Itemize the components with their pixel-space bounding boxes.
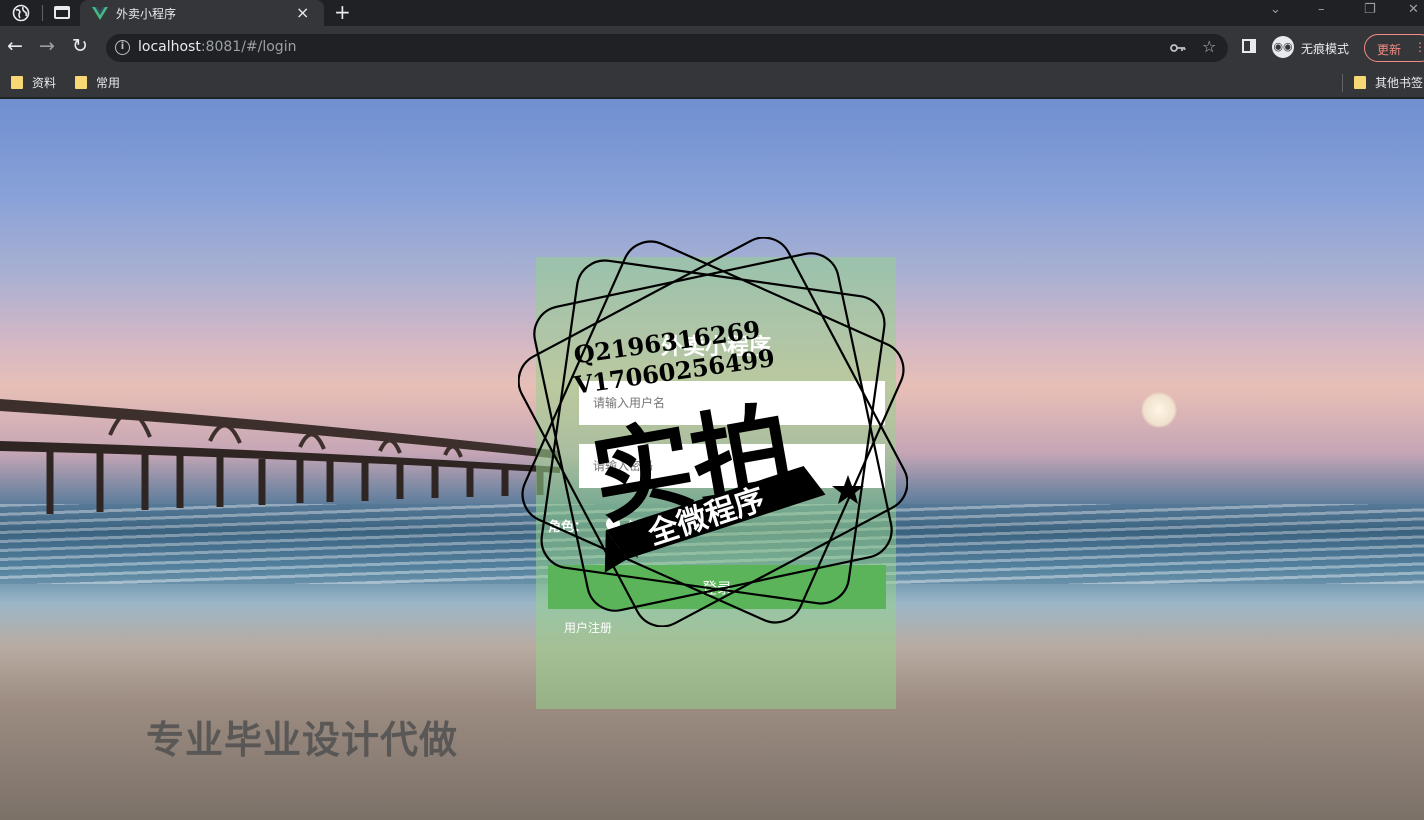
key-icon[interactable] — [1170, 41, 1186, 55]
forward-icon[interactable]: → — [39, 35, 55, 57]
bookmark-separator — [1342, 74, 1343, 92]
tab-title: 外卖小程序 — [116, 7, 177, 21]
bookmarks-bar: 资料 常用 其他书签 — [0, 68, 1424, 98]
new-tab-icon[interactable]: + — [334, 0, 351, 24]
site-info-icon[interactable]: i — [115, 40, 130, 55]
watermark-text: 专业毕业设计代做 — [146, 718, 459, 762]
other-bookmarks-label: 其他书签 — [1375, 76, 1424, 90]
back-icon[interactable]: ← — [7, 35, 23, 57]
background-moon — [1141, 392, 1177, 428]
restore-icon[interactable]: ❐ — [1364, 2, 1376, 17]
side-panel-icon[interactable] — [1242, 39, 1256, 53]
tab-bar: 外卖小程序 × + ⌄ – ❐ ✕ — [0, 0, 1424, 26]
folder-icon — [75, 76, 87, 89]
url-host: localhost — [138, 39, 201, 55]
address-bar[interactable]: i localhost:8081/#/login ☆ — [106, 34, 1228, 62]
window-close-icon[interactable]: ✕ — [1408, 2, 1419, 17]
tab-search-icon[interactable] — [54, 6, 70, 19]
folder-icon — [1354, 76, 1366, 89]
reload-icon[interactable]: ↻ — [72, 35, 88, 57]
vue-logo-icon — [92, 7, 108, 20]
browser-toolbar: ← → ↻ i localhost:8081/#/login ☆ ◉◉ 无痕模式… — [0, 26, 1424, 68]
other-bookmarks[interactable]: 其他书签 — [1354, 74, 1423, 91]
globe-icon[interactable] — [12, 4, 30, 22]
url-text[interactable]: localhost:8081/#/login — [138, 39, 296, 55]
bookmark-label: 常用 — [96, 76, 121, 90]
bookmark-label: 资料 — [32, 76, 57, 90]
tab-close-icon[interactable]: × — [296, 3, 309, 22]
url-path: :8081/#/login — [200, 39, 297, 55]
update-label: 更新 — [1377, 43, 1402, 57]
incognito-label[interactable]: 无痕模式 — [1301, 40, 1349, 57]
menu-icon[interactable]: ⋮ — [1414, 40, 1424, 54]
tab-active[interactable]: 外卖小程序 × — [80, 0, 324, 26]
bookmark-star-icon[interactable]: ☆ — [1202, 37, 1216, 56]
watermark-stamp: Q2196316269 V17060256499 实拍 全微程序 — [518, 237, 908, 627]
background-pier — [0, 399, 560, 514]
folder-icon — [11, 76, 23, 89]
tab-list-chevron-icon[interactable]: ⌄ — [1270, 2, 1281, 17]
minimize-icon[interactable]: – — [1318, 2, 1325, 17]
bookmark-folder-changyong[interactable]: 常用 — [75, 74, 120, 91]
bookmark-folder-ziliao[interactable]: 资料 — [11, 74, 56, 91]
page-viewport: 外卖小程序 角色： 管理员 登录 用户注册 Q2196316269 V17060… — [0, 99, 1424, 820]
tab-separator — [42, 5, 43, 21]
incognito-icon[interactable]: ◉◉ — [1272, 36, 1294, 58]
